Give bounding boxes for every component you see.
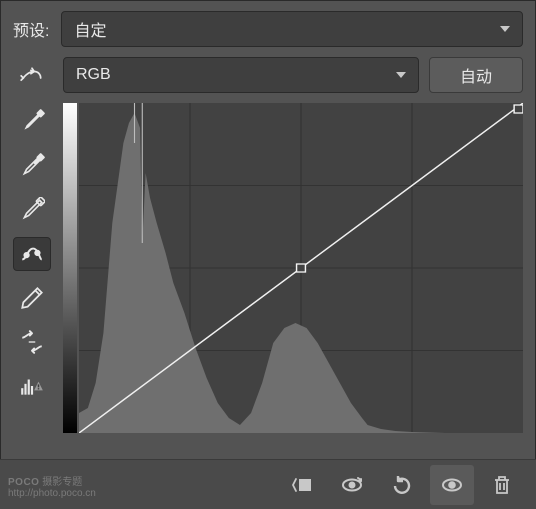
preset-value: 自定	[74, 17, 106, 41]
reset-button[interactable]	[380, 465, 424, 505]
black-point-eyedropper[interactable]	[13, 105, 51, 139]
channel-value: RGB	[76, 66, 111, 84]
curves-canvas[interactable]	[79, 103, 523, 433]
bottom-bar: POCO 摄影专题 http://photo.poco.cn	[0, 459, 536, 509]
smear-tool[interactable]	[13, 61, 51, 95]
clip-to-layer-button[interactable]	[280, 465, 324, 505]
preset-select[interactable]: 自定	[61, 11, 523, 47]
toggle-visibility-button[interactable]	[430, 465, 474, 505]
auto-button[interactable]: 自动	[429, 57, 523, 93]
curve-point-tool[interactable]	[13, 237, 51, 271]
watermark: POCO 摄影专题 http://photo.poco.cn	[8, 477, 96, 499]
pencil-tool[interactable]	[13, 281, 51, 315]
left-toolbar	[13, 57, 51, 433]
curve-whitepoint-handle	[514, 105, 523, 113]
channel-select[interactable]: RGB	[63, 57, 419, 93]
chevron-down-icon	[500, 26, 510, 32]
white-point-eyedropper[interactable]	[13, 193, 51, 227]
chevron-down-icon	[396, 72, 406, 78]
gray-point-eyedropper[interactable]	[13, 149, 51, 183]
view-previous-state-button[interactable]	[330, 465, 374, 505]
output-gradient-strip	[63, 103, 77, 433]
histogram-warning[interactable]	[13, 369, 51, 403]
auto-label: 自动	[460, 63, 492, 87]
smooth-tool[interactable]	[13, 325, 51, 359]
delete-button[interactable]	[480, 465, 524, 505]
curves-editor[interactable]	[63, 103, 523, 433]
curve-midpoint-handle	[297, 264, 306, 272]
preset-label: 预设:	[13, 17, 49, 41]
